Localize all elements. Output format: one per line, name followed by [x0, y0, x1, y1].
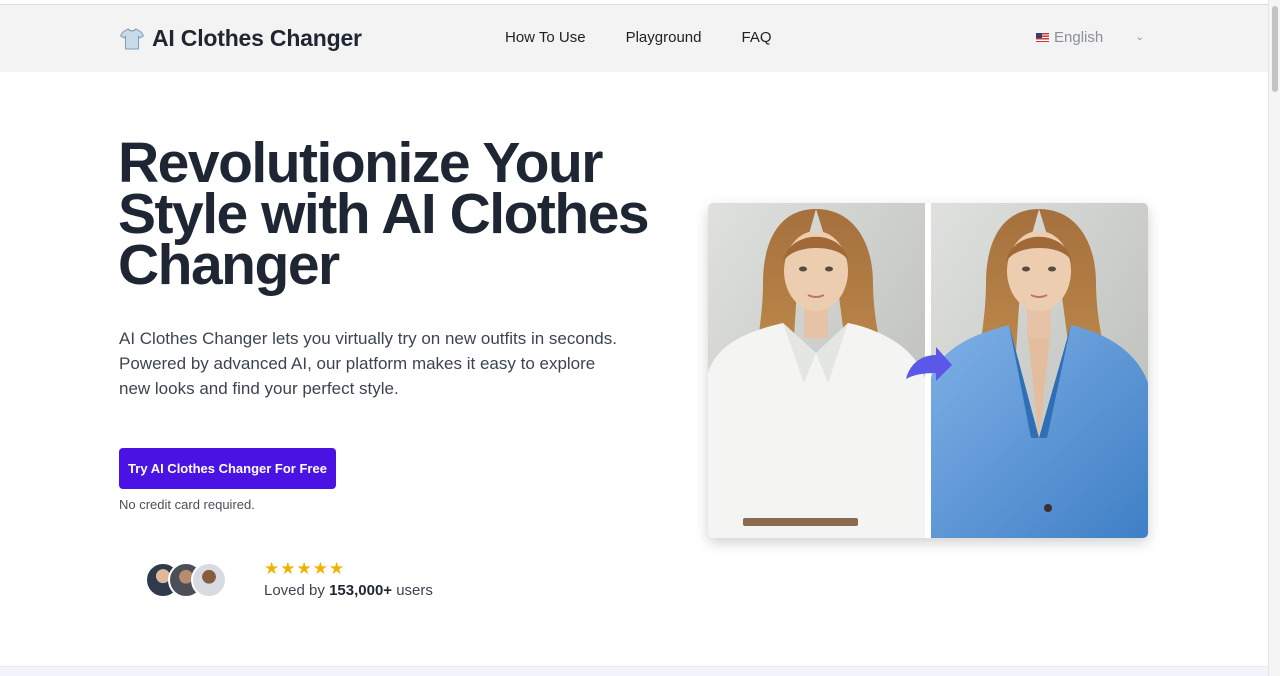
before-after-image: [708, 203, 1148, 538]
star-icon: ★: [312, 559, 328, 578]
logo[interactable]: AI Clothes Changer: [120, 25, 362, 52]
hero-description: AI Clothes Changer lets you virtually tr…: [119, 329, 617, 398]
next-section-edge: [0, 666, 1268, 676]
rating-stars: ★ ★ ★ ★ ★: [264, 559, 344, 579]
tshirt-icon: [120, 27, 144, 49]
star-icon: ★: [264, 559, 280, 578]
language-select[interactable]: English ⌄: [1036, 29, 1144, 46]
site-header: AI Clothes Changer How To Use Playground…: [0, 5, 1268, 72]
try-free-button[interactable]: Try AI Clothes Changer For Free: [119, 448, 336, 489]
main-nav: How To Use Playground FAQ: [505, 29, 772, 46]
page-scrollbar[interactable]: [1268, 0, 1280, 676]
nav-how-to-use[interactable]: How To Use: [505, 29, 586, 46]
loved-by-text: Loved by 153,000+ users: [264, 582, 433, 599]
logo-text: AI Clothes Changer: [152, 25, 362, 51]
hero-title: Revolutionize Your Style with AI Clothes…: [118, 131, 650, 297]
avatar: [191, 562, 227, 598]
chevron-down-icon: ⌄: [1135, 32, 1144, 43]
us-flag-icon: [1036, 33, 1049, 42]
star-icon: ★: [329, 559, 345, 578]
nav-faq[interactable]: FAQ: [741, 29, 771, 46]
loved-suffix: users: [396, 582, 433, 599]
loved-count: 153,000+: [329, 582, 393, 599]
star-icon: ★: [296, 559, 312, 578]
nav-playground[interactable]: Playground: [626, 29, 702, 46]
language-label: English: [1054, 29, 1104, 46]
no-credit-card-note: No credit card required.: [119, 497, 255, 512]
loved-prefix: Loved by: [264, 582, 325, 599]
scrollbar-thumb[interactable]: [1272, 6, 1278, 92]
before-photo: [708, 203, 925, 538]
after-photo: [931, 203, 1148, 538]
star-icon: ★: [280, 559, 296, 578]
user-avatars: [145, 562, 235, 598]
